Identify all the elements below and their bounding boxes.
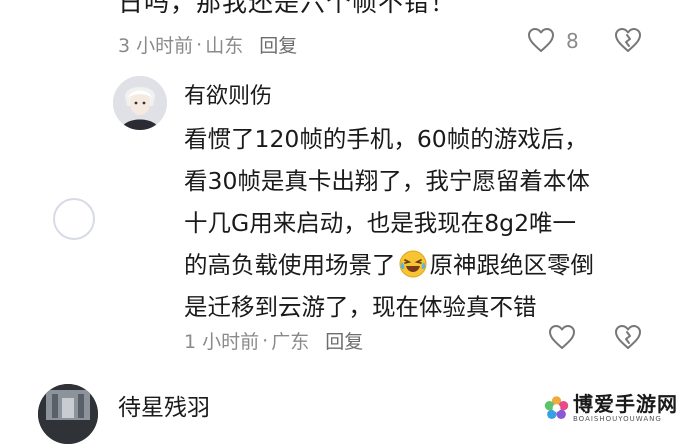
reply-line: 是迁移到云游了，现在体验真不错 — [184, 293, 537, 321]
comment-location: 广东 — [271, 331, 310, 353]
meta-separator: · — [196, 33, 203, 56]
comment-time: 3 小时前 — [118, 35, 194, 57]
reply-username[interactable]: 有欲则伤 — [184, 78, 272, 110]
watermark-title: 博爱手游网 — [573, 391, 678, 416]
like-button[interactable] — [527, 27, 555, 57]
user-avatar-icon — [38, 384, 98, 444]
reply-button[interactable]: 回复 — [259, 31, 297, 58]
loading-circle-icon — [53, 198, 95, 240]
watermark-subtitle: BOAISHOUYOUWANG — [573, 414, 662, 423]
reply-button[interactable]: 回复 — [325, 327, 363, 354]
flower-logo-icon — [544, 396, 569, 419]
reply-line: 看30帧是真卡出翔了，我宁愿留着本体 — [184, 167, 590, 195]
avatar[interactable] — [38, 384, 98, 444]
dislike-button[interactable] — [614, 323, 642, 355]
like-button[interactable] — [548, 324, 576, 354]
like-count: 8 — [566, 29, 579, 53]
comment-time: 1 小时前 — [184, 331, 260, 353]
watermark: 博爱手游网 BOAISHOUYOUWANG — [544, 390, 678, 426]
avatar[interactable] — [113, 76, 167, 130]
next-comment-username[interactable]: 待星残羽 — [118, 388, 210, 422]
reply-meta: 1 小时前 · 广东 回复 — [184, 327, 363, 354]
broken-heart-icon — [615, 28, 641, 52]
heart-outline-icon — [549, 325, 575, 349]
broken-heart-icon — [615, 325, 641, 349]
reply-line: 的高负载使用场景了 原神跟绝区零倒 — [184, 244, 654, 286]
heart-outline-icon — [528, 28, 554, 52]
previous-comment-meta: 3 小时前 · 山东 回复 — [118, 31, 297, 58]
dislike-button[interactable] — [614, 26, 642, 58]
previous-comment-text: 日吗，那我还是六个帧不错！ — [118, 0, 457, 17]
reply-body: 看惯了120帧的手机，60帧的游戏后， 看30帧是真卡出翔了，我宁愿留着本体 十… — [184, 118, 654, 328]
user-avatar-icon — [113, 76, 167, 130]
laughing-crying-emoji-icon — [399, 250, 426, 278]
comment-location: 山东 — [205, 35, 244, 57]
meta-separator: · — [262, 329, 269, 352]
reply-line-segment: 原神跟绝区零倒 — [429, 251, 595, 279]
reply-line: 看惯了120帧的手机，60帧的游戏后， — [184, 125, 588, 153]
reply-line-segment: 的高负载使用场景了 — [184, 251, 396, 279]
reply-line: 十几G用来启动，也是我现在8g2唯一 — [184, 209, 577, 237]
